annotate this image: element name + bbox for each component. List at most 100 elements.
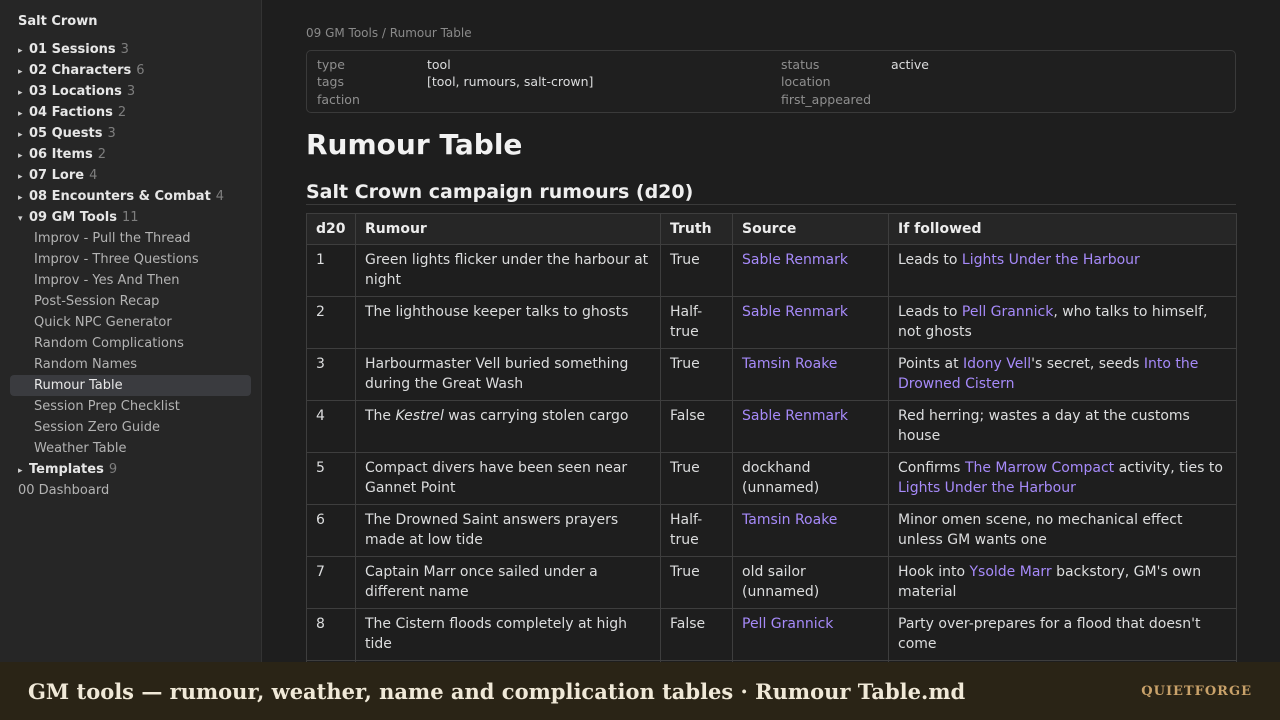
file-item[interactable]: Improv - Pull the Thread (10, 228, 251, 249)
file-item[interactable]: Improv - Three Questions (10, 249, 251, 270)
internal-link[interactable]: Sable Renmark (742, 252, 848, 268)
cell-if-followed: Points at Idony Vell's secret, seeds Int… (888, 348, 1237, 401)
folder-count: 9 (108, 462, 118, 477)
cell-source: dockhand (unnamed) (732, 452, 889, 505)
file-item[interactable]: Random Complications (10, 333, 251, 354)
prop-value-status[interactable]: active (891, 56, 1225, 73)
chevron-right-icon: ▸ (18, 193, 23, 203)
folder-count: 4 (89, 168, 98, 183)
rumour-table: d20 Rumour Truth Source If followed 1 Green l… (306, 213, 1237, 662)
cell-d20: 3 (306, 348, 356, 401)
chevron-right-icon: ▸ (18, 46, 23, 56)
italic-text: Kestrel (395, 408, 444, 424)
column-header[interactable]: Source (732, 213, 889, 245)
chevron-right-icon: ▸ (18, 88, 23, 98)
folder-count: 3 (107, 126, 116, 141)
section-heading: Salt Crown campaign rumours (d20) (306, 179, 1236, 205)
cell-d20: 8 (306, 608, 356, 661)
column-header[interactable]: d20 (306, 213, 356, 245)
column-header[interactable]: If followed (888, 213, 1237, 245)
cell-d20: 7 (306, 556, 356, 609)
prop-value-first-appeared[interactable] (891, 91, 1225, 108)
cell-rumour: The lighthouse keeper talks to ghosts (355, 296, 661, 349)
cell-d20: 4 (306, 400, 356, 453)
cell-text: Leads to (898, 252, 962, 268)
folder-07-lore[interactable]: ▸ 07 Lore 4 (10, 165, 251, 186)
file-item[interactable]: Improv - Yes And Then (10, 270, 251, 291)
prop-value-location[interactable] (891, 73, 1225, 90)
internal-link[interactable]: Ysolde Marr (969, 564, 1051, 580)
cell-if-followed: Hook into Ysolde Marr backstory, GM's ow… (888, 556, 1237, 609)
internal-link[interactable]: Sable Renmark (742, 408, 848, 424)
file-item[interactable]: Weather Table (10, 438, 251, 459)
prop-key-status: status (781, 57, 820, 72)
internal-link[interactable]: The Marrow Compact (965, 460, 1114, 476)
note-view: 09 GM Tools / Rumour Table type tool sta… (262, 0, 1280, 662)
cell-text: Minor omen scene, no mechanical effect u… (898, 512, 1183, 548)
file-item[interactable]: Post-Session Recap (10, 291, 251, 312)
cell-text: Red herring; wastes a day at the customs… (898, 408, 1190, 444)
file-item-dashboard[interactable]: 00 Dashboard (10, 480, 251, 501)
folder-08-encounters-combat[interactable]: ▸ 08 Encounters & Combat 4 (10, 186, 251, 207)
column-header[interactable]: Truth (660, 213, 733, 245)
internal-link[interactable]: Pell Grannick (742, 616, 833, 632)
vault-title[interactable]: Salt Crown (10, 12, 251, 39)
cell-source: old sailor (unnamed) (732, 556, 889, 609)
prop-key-first-appeared: first_appeared (781, 91, 872, 107)
file-item[interactable]: Session Zero Guide (10, 417, 251, 438)
prop-value-faction[interactable] (427, 91, 781, 108)
cell-truth: False (660, 400, 733, 453)
table-row: 8 The Cistern floods completely at high t… (306, 608, 1237, 661)
file-item[interactable]: Rumour Table (10, 375, 251, 396)
table-row: 5 Compact divers have been seen near Gann… (306, 452, 1237, 505)
cell-rumour: Harbourmaster Vell buried something duri… (355, 348, 661, 401)
folder-count: 6 (136, 63, 145, 78)
folder-count: 11 (121, 210, 139, 225)
chevron-down-icon: ▾ (18, 214, 23, 224)
table-row: 4 The Kestrel was carrying stolen cargo Fa… (306, 400, 1237, 453)
table-row: 1 Green lights flicker under the harbour … (306, 244, 1237, 297)
internal-link[interactable]: Lights Under the Harbour (962, 252, 1140, 268)
cell-if-followed: Red herring; wastes a day at the customs… (888, 400, 1237, 453)
internal-link[interactable]: Sable Renmark (742, 304, 848, 320)
chevron-right-icon: ▸ (18, 109, 23, 119)
folder-05-quests[interactable]: ▸ 05 Quests 3 (10, 123, 251, 144)
prop-value-tags[interactable]: [tool, rumours, salt-crown] (427, 73, 781, 90)
cell-source: Sable Renmark (732, 400, 889, 453)
folder-label: 01 Sessions (29, 42, 116, 57)
cell-truth: Half-true (660, 504, 733, 557)
internal-link[interactable]: Pell Grannick (962, 304, 1053, 320)
folder-templates[interactable]: ▸ Templates 9 (10, 459, 251, 480)
chevron-right-icon: ▸ (18, 466, 23, 476)
prop-key-type: type (317, 57, 345, 72)
cell-truth: Half-true (660, 296, 733, 349)
folder-count: 4 (215, 189, 225, 204)
folder-06-items[interactable]: ▸ 06 Items 2 (10, 144, 251, 165)
cell-text: The (365, 408, 396, 424)
file-item[interactable]: Quick NPC Generator (10, 312, 251, 333)
prop-value-type[interactable]: tool (427, 56, 781, 73)
folder-09-gm-tools[interactable]: ▾ 09 GM Tools 11 (10, 207, 251, 228)
cell-if-followed: Leads to Lights Under the Harbour (888, 244, 1237, 297)
prop-key-tags: tags (317, 74, 345, 90)
cell-text: was carrying stolen cargo (443, 408, 629, 424)
cell-source: Sable Renmark (732, 296, 889, 349)
folder-02-characters[interactable]: ▸ 02 Characters 6 (10, 60, 251, 81)
cell-rumour: The Kestrel was carrying stolen cargo (355, 400, 661, 453)
internal-link[interactable]: Lights Under the Harbour (898, 480, 1076, 496)
breadcrumb[interactable]: 09 GM Tools / Rumour Table (306, 25, 1236, 41)
internal-link[interactable]: Idony Vell (963, 356, 1031, 372)
file-item[interactable]: Random Names (10, 354, 251, 375)
cell-rumour: Captain Marr once sailed under a differe… (355, 556, 661, 609)
internal-link[interactable]: Tamsin Roake (742, 356, 837, 372)
cell-text: dockhand (unnamed) (742, 460, 820, 496)
internal-link[interactable]: Tamsin Roake (742, 512, 837, 528)
file-item[interactable]: Session Prep Checklist (10, 396, 251, 417)
cell-text: Confirms (898, 460, 965, 476)
column-header[interactable]: Rumour (355, 213, 661, 245)
page-title: Rumour Table (306, 128, 523, 161)
cell-text: Party over-prepares for a flood that doe… (898, 616, 1201, 652)
folder-03-locations[interactable]: ▸ 03 Locations 3 (10, 81, 251, 102)
folder-01-sessions[interactable]: ▸ 01 Sessions 3 (10, 39, 251, 60)
folder-04-factions[interactable]: ▸ 04 Factions 2 (10, 102, 251, 123)
